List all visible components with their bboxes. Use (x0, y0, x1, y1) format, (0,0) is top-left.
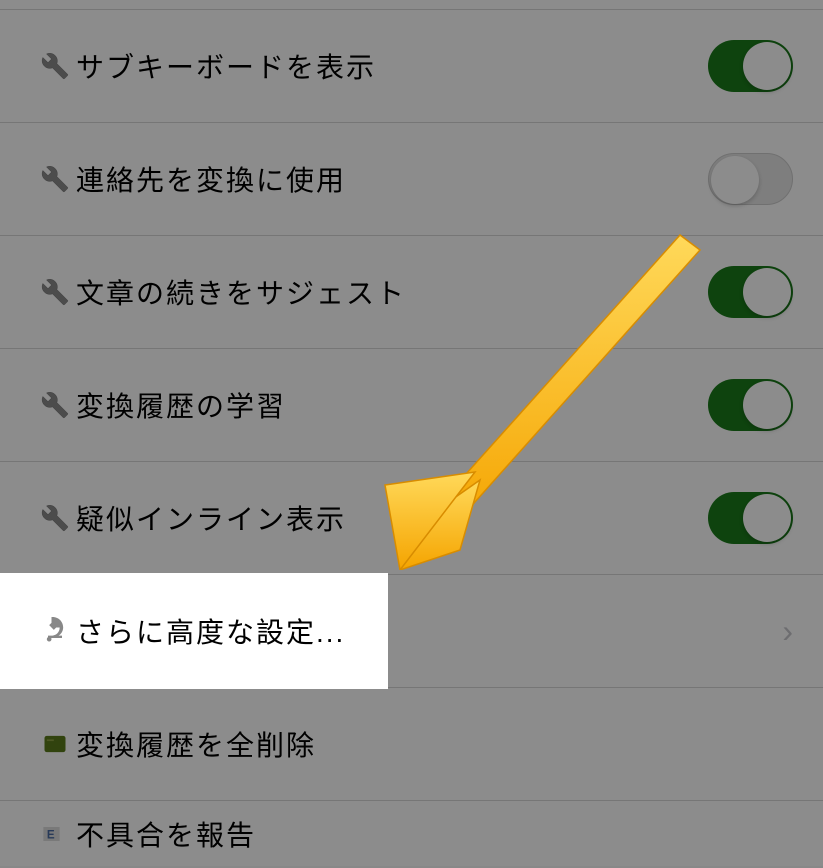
toggle-sub-keyboard[interactable] (708, 40, 793, 92)
wrench-icon (40, 503, 70, 533)
row-label: サブキーボードを表示 (76, 46, 376, 86)
row-partial-top (0, 0, 823, 10)
row-label: 連絡先を変換に使用 (76, 159, 346, 199)
row-label: 疑似インライン表示 (76, 498, 346, 538)
toggle-knob (743, 268, 791, 316)
wrench-icon (40, 164, 70, 194)
toggle-contacts-convert[interactable] (708, 153, 793, 205)
row-learn-history[interactable]: 変換履歴の学習 (0, 349, 823, 462)
row-sentence-suggest[interactable]: 文章の続きをサジェスト (0, 236, 823, 349)
row-label: 不具合を報告 (76, 814, 256, 854)
svg-text:E: E (47, 828, 55, 841)
toggle-sentence-suggest[interactable] (708, 266, 793, 318)
row-report-bug[interactable]: E 不具合を報告 (0, 801, 823, 866)
toggle-knob (711, 156, 759, 204)
row-left: サブキーボードを表示 (40, 46, 376, 86)
row-sub-keyboard[interactable]: サブキーボードを表示 (0, 10, 823, 123)
wrench-icon (40, 390, 70, 420)
row-clear-history[interactable]: 変換履歴を全削除 (0, 688, 823, 801)
tag-icon: E (40, 819, 70, 849)
wrench-icon (40, 51, 70, 81)
row-pseudo-inline[interactable]: 疑似インライン表示 (0, 462, 823, 575)
highlight-label: さらに高度な設定... (76, 611, 345, 651)
card-icon (40, 729, 70, 759)
row-label: 文章の続きをサジェスト (76, 272, 406, 312)
row-contacts-convert[interactable]: 連絡先を変換に使用 (0, 123, 823, 236)
row-left: 変換履歴を全削除 (40, 724, 316, 764)
row-left: 疑似インライン表示 (40, 498, 346, 538)
toggle-knob (743, 42, 791, 90)
row-label: 変換履歴を全削除 (76, 724, 316, 764)
toggle-pseudo-inline[interactable] (708, 492, 793, 544)
microscope-icon (40, 616, 70, 646)
row-left: 連絡先を変換に使用 (40, 159, 346, 199)
settings-list: サブキーボードを表示 連絡先を変換に使用 文章の続きをサジェスト (0, 0, 823, 866)
toggle-knob (743, 381, 791, 429)
chevron-right-icon: › (782, 613, 793, 650)
row-label: 変換履歴の学習 (76, 385, 286, 425)
row-left: E 不具合を報告 (40, 814, 256, 854)
row-left: 変換履歴の学習 (40, 385, 286, 425)
toggle-learn-history[interactable] (708, 379, 793, 431)
toggle-knob (743, 494, 791, 542)
highlight-advanced-settings[interactable]: さらに高度な設定... (0, 573, 388, 689)
row-left: 文章の続きをサジェスト (40, 272, 406, 312)
wrench-icon (40, 277, 70, 307)
